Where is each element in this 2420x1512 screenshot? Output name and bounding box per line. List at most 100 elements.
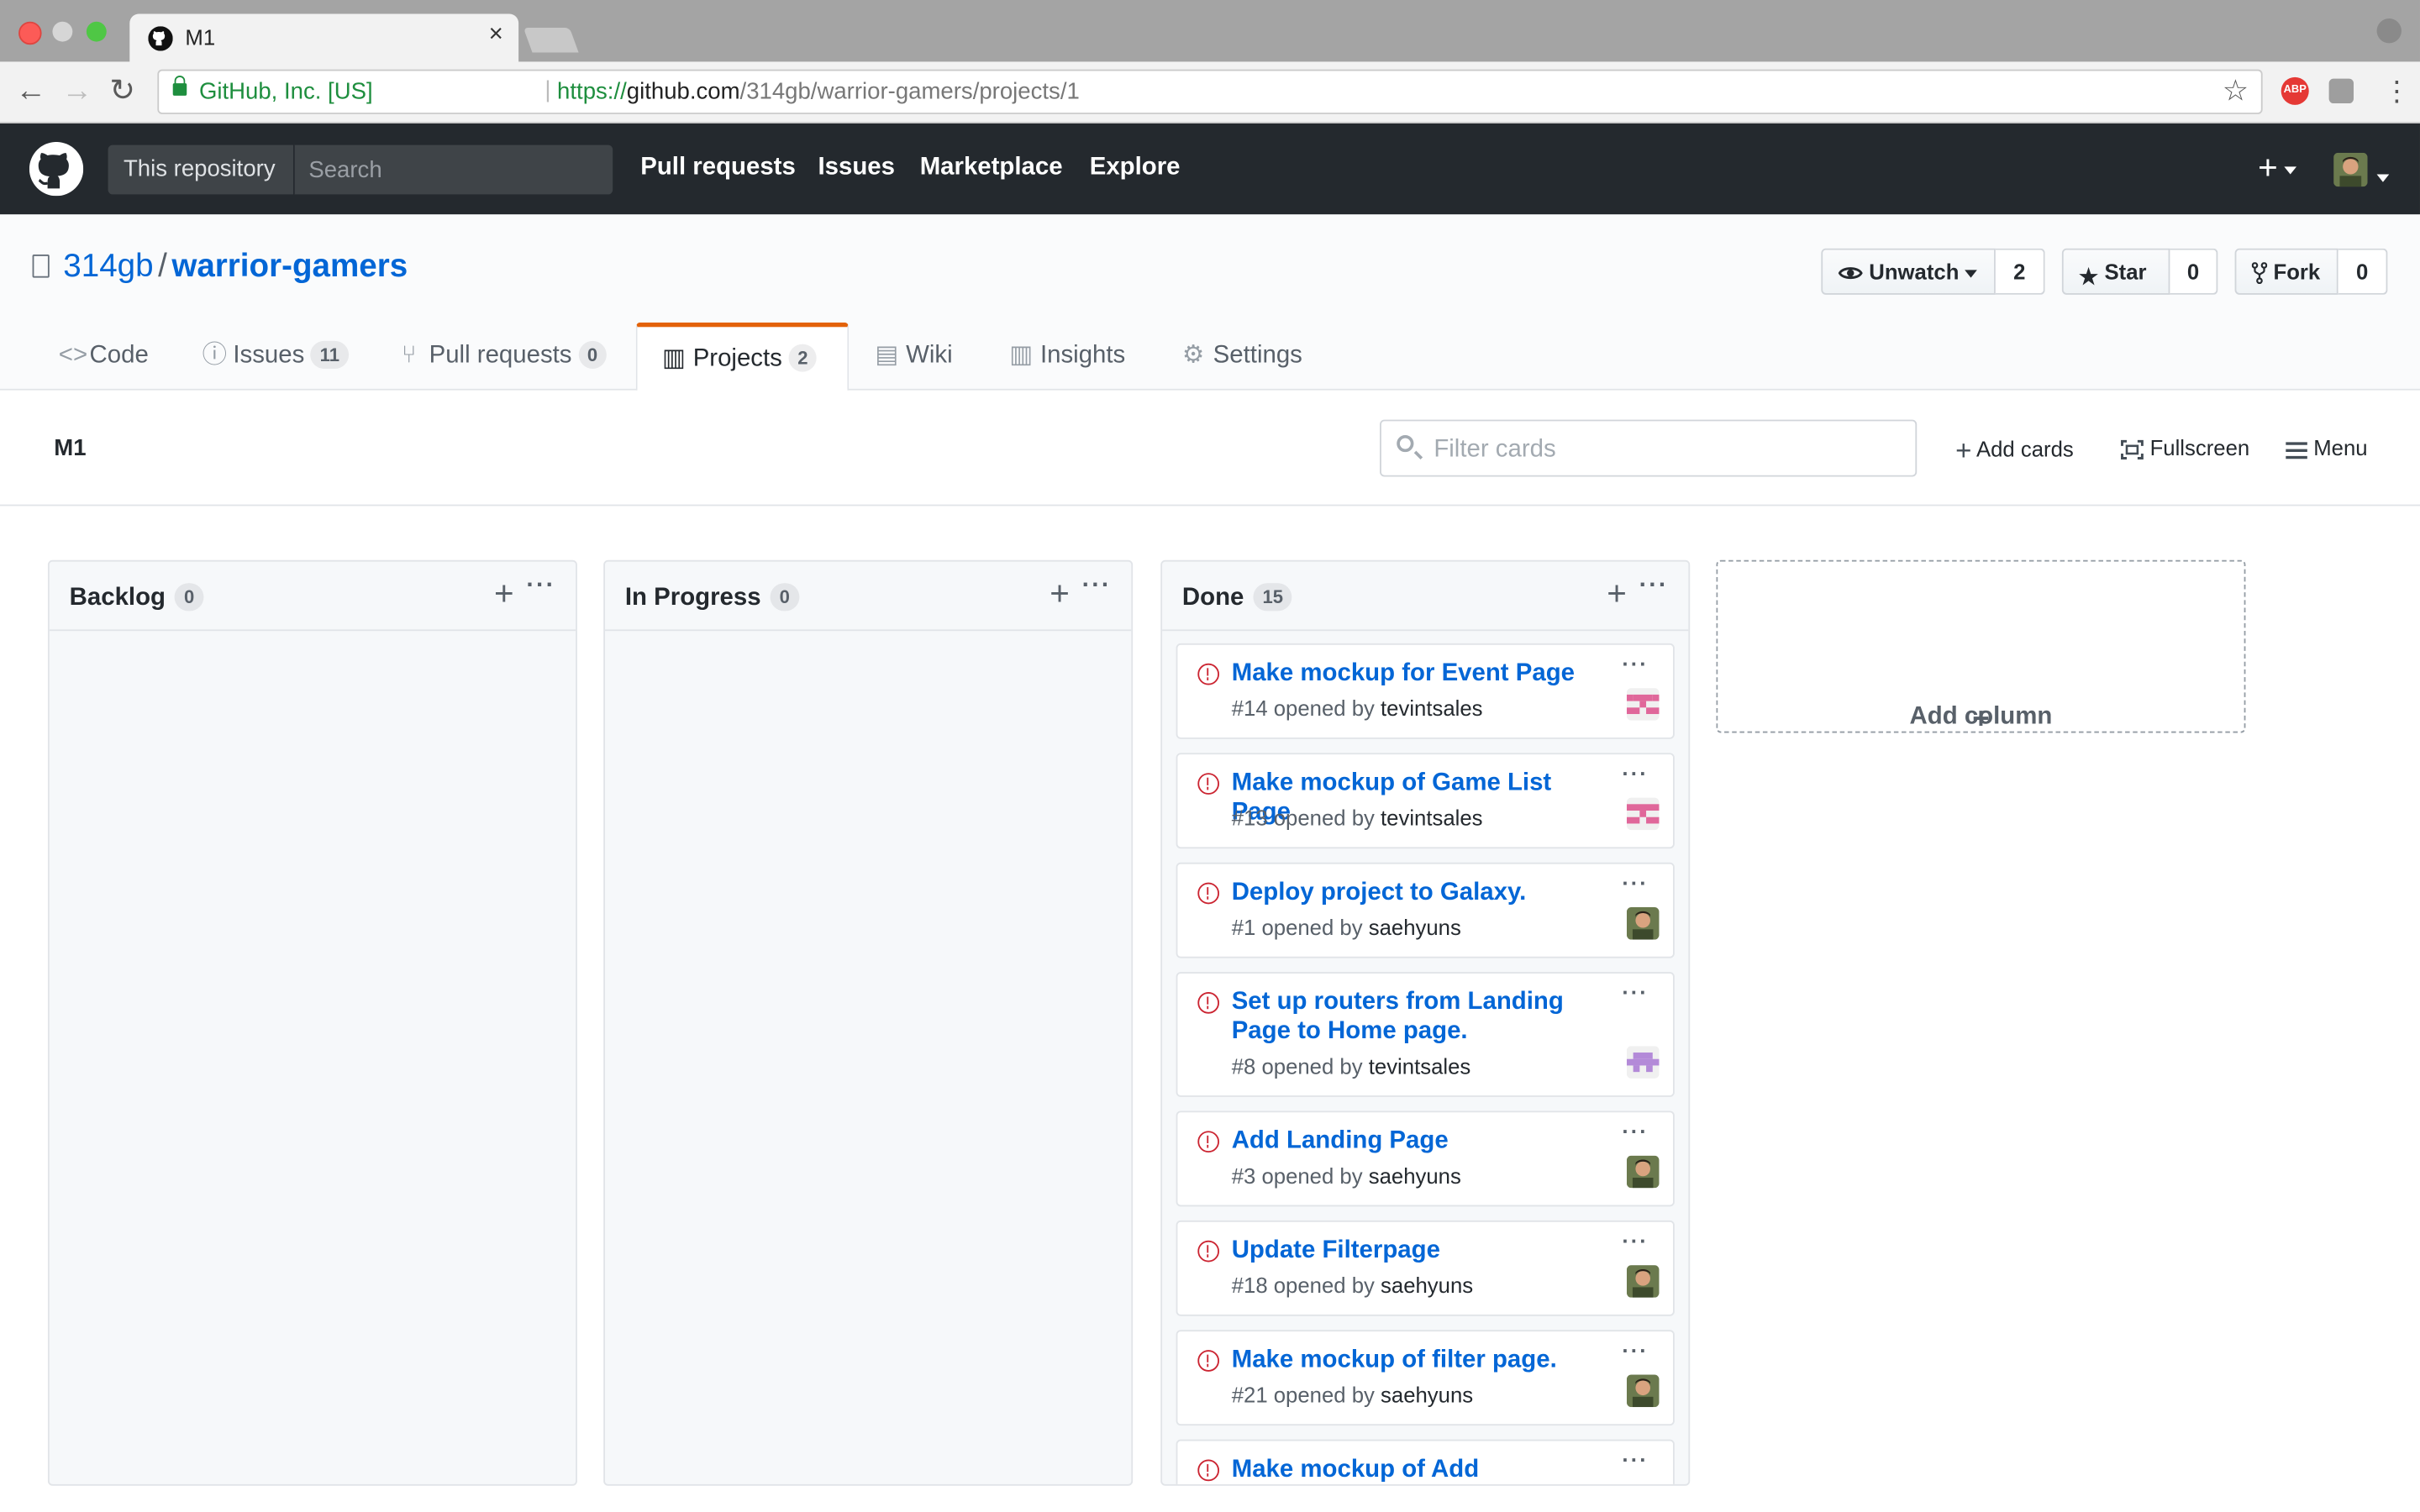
card-title-link[interactable]: Make mockup of Add xyxy=(1232,1455,1586,1484)
card-author-link[interactable]: tevintsales xyxy=(1381,696,1483,720)
bookmark-star-icon[interactable]: ☆ xyxy=(2223,74,2249,109)
issue-card[interactable]: Add Landing Page #3 opened by saehyuns ·… xyxy=(1176,1110,1675,1207)
card-menu-icon[interactable]: ··· xyxy=(1622,761,1648,785)
card-title-link[interactable]: Deploy project to Galaxy. xyxy=(1232,878,1586,907)
fork-count[interactable]: 0 xyxy=(2338,248,2388,295)
add-cards-button[interactable]: + Add cards xyxy=(1955,435,2074,468)
tab-settings[interactable]: ⚙ Settings xyxy=(1182,323,1302,391)
card-meta: #13 opened by tevintsales xyxy=(1231,805,1483,831)
card-menu-icon[interactable]: ··· xyxy=(1622,1119,1648,1143)
fork-button[interactable]: Fork xyxy=(2234,248,2338,295)
zoom-window-button[interactable] xyxy=(86,21,107,42)
github-logo-icon[interactable] xyxy=(29,141,84,197)
watch-button-group: Unwatch 2 xyxy=(1821,248,2045,295)
card-title-link[interactable]: Update Filterpage xyxy=(1232,1236,1586,1265)
search-scope-label[interactable]: This repository xyxy=(108,144,293,195)
close-window-button[interactable] xyxy=(18,21,42,45)
user-avatar[interactable] xyxy=(2333,152,2368,187)
add-column-button[interactable]: + Add column xyxy=(1716,559,2246,736)
tab-insights[interactable]: ▥ Insights xyxy=(1009,323,1125,391)
tab-code[interactable]: <> Code xyxy=(59,323,149,391)
issue-card[interactable]: Make mockup of filter page. #21 opened b… xyxy=(1176,1330,1675,1426)
open-issue-icon xyxy=(1197,1240,1220,1263)
project-menu-button[interactable]: Menu xyxy=(2286,435,2368,459)
issue-card[interactable]: Make mockup of Game List Page #13 opened… xyxy=(1176,753,1675,849)
add-card-icon[interactable]: + xyxy=(494,575,514,612)
pull-request-icon: ⑂ xyxy=(401,342,417,369)
card-menu-icon[interactable]: ··· xyxy=(1622,1337,1648,1362)
column-title: In Progress 0 xyxy=(625,583,799,612)
user-photo-avatar[interactable] xyxy=(1626,906,1660,940)
repo-owner-link[interactable]: 314gb xyxy=(63,249,153,284)
project-board: Backlog 0 + ··· In Progress 0 + ··· Done 15… xyxy=(0,506,2420,1511)
tab-issues[interactable]: ⓘ Issues 11 xyxy=(203,323,349,391)
browser-titlebar: M1 × xyxy=(0,0,2420,62)
card-author-link[interactable]: saehyuns xyxy=(1381,1383,1473,1407)
browser-menu-icon[interactable]: ⋮ xyxy=(2383,74,2411,108)
filter-cards-input[interactable] xyxy=(1430,421,1901,479)
tab-close-icon[interactable]: × xyxy=(489,22,503,50)
card-menu-icon[interactable]: ··· xyxy=(1622,870,1648,895)
extension-icon[interactable] xyxy=(2328,78,2354,104)
repo-name-link[interactable]: warrior-gamers xyxy=(171,249,408,284)
chevron-down-icon xyxy=(1965,270,1978,278)
browser-profile-icon[interactable] xyxy=(2376,18,2402,44)
back-icon[interactable]: ← xyxy=(15,74,46,108)
issue-card[interactable]: Update Filterpage #18 opened by saehyuns… xyxy=(1176,1220,1675,1316)
issue-card[interactable]: Deploy project to Galaxy. #1 opened by s… xyxy=(1176,862,1675,958)
card-author-link[interactable]: saehyuns xyxy=(1381,1273,1473,1297)
nav-explore[interactable]: Explore xyxy=(1090,155,1181,182)
nav-issues[interactable]: Issues xyxy=(818,155,894,182)
browser-tab[interactable]: M1 × xyxy=(129,13,519,62)
card-author-link[interactable]: saehyuns xyxy=(1369,1163,1461,1188)
column-menu-icon[interactable]: ··· xyxy=(526,572,555,600)
project-title[interactable]: M1 xyxy=(54,435,86,461)
card-meta: #21 opened by saehyuns xyxy=(1231,1382,1474,1408)
card-menu-icon[interactable]: ··· xyxy=(1622,979,1648,1004)
column-menu-icon[interactable]: ··· xyxy=(1639,572,1669,600)
url-text[interactable]: https://github.com/314gb/warrior-gamers/… xyxy=(557,79,1080,105)
new-tab-button[interactable] xyxy=(523,28,579,53)
tab-projects[interactable]: ▥ Projects 2 xyxy=(635,322,850,392)
card-menu-icon[interactable]: ··· xyxy=(1622,1447,1648,1472)
address-bar[interactable]: GitHub, Inc. [US] | https://github.com/3… xyxy=(157,69,2263,114)
card-menu-icon[interactable]: ··· xyxy=(1622,651,1648,675)
card-author-link[interactable]: tevintsales xyxy=(1369,1053,1471,1078)
card-title-link[interactable]: Make mockup of filter page. xyxy=(1232,1346,1586,1375)
issue-card[interactable]: Set up routers from Landing Page to Home… xyxy=(1176,972,1675,1097)
tab-wiki[interactable]: ▤ Wiki xyxy=(875,323,952,391)
card-author-link[interactable]: saehyuns xyxy=(1369,915,1461,939)
nav-pull-requests[interactable]: Pull requests xyxy=(640,155,796,182)
create-new-menu[interactable]: + xyxy=(2258,149,2296,186)
unwatch-button[interactable]: Unwatch xyxy=(1821,248,1996,295)
user-menu-chevron-icon[interactable] xyxy=(2370,165,2390,193)
tab-pull-requests[interactable]: ⑂ Pull requests 0 xyxy=(398,323,608,391)
star-button[interactable]: ★ Star xyxy=(2061,248,2170,295)
card-menu-icon[interactable]: ··· xyxy=(1622,1228,1648,1252)
user-photo-avatar[interactable] xyxy=(1626,1155,1660,1189)
reload-icon[interactable]: ↻ xyxy=(109,74,135,108)
column-menu-icon[interactable]: ··· xyxy=(1082,572,1112,600)
add-card-icon[interactable]: + xyxy=(1050,575,1070,612)
user-photo-avatar[interactable] xyxy=(1626,1374,1660,1408)
fullscreen-button[interactable]: Fullscreen xyxy=(2121,435,2249,459)
filter-cards-field[interactable] xyxy=(1380,419,1918,479)
user-photo-avatar[interactable] xyxy=(1626,1265,1660,1298)
issue-card[interactable]: Make mockup for Event Page #14 opened by… xyxy=(1176,643,1675,739)
identicon-avatar[interactable] xyxy=(1626,797,1660,831)
add-card-icon[interactable]: + xyxy=(1607,575,1627,612)
forward-icon[interactable]: → xyxy=(61,74,92,108)
star-count[interactable]: 0 xyxy=(2170,248,2218,295)
card-author-link[interactable]: tevintsales xyxy=(1381,806,1483,830)
card-title-link[interactable]: Add Landing Page xyxy=(1232,1126,1586,1156)
watch-count[interactable]: 2 xyxy=(1995,248,2045,295)
nav-marketplace[interactable]: Marketplace xyxy=(920,155,1063,182)
adblock-extension-icon[interactable]: ABP xyxy=(2281,76,2309,105)
minimize-window-button[interactable] xyxy=(52,21,73,42)
card-title-link[interactable]: Make mockup for Event Page xyxy=(1232,659,1586,688)
issue-card[interactable]: Make mockup of Add ··· xyxy=(1176,1439,1675,1484)
identicon-avatar[interactable] xyxy=(1626,688,1660,721)
search-input[interactable] xyxy=(292,144,613,195)
card-title-link[interactable]: Set up routers from Landing Page to Home… xyxy=(1232,988,1586,1047)
identicon-avatar[interactable] xyxy=(1626,1046,1660,1079)
